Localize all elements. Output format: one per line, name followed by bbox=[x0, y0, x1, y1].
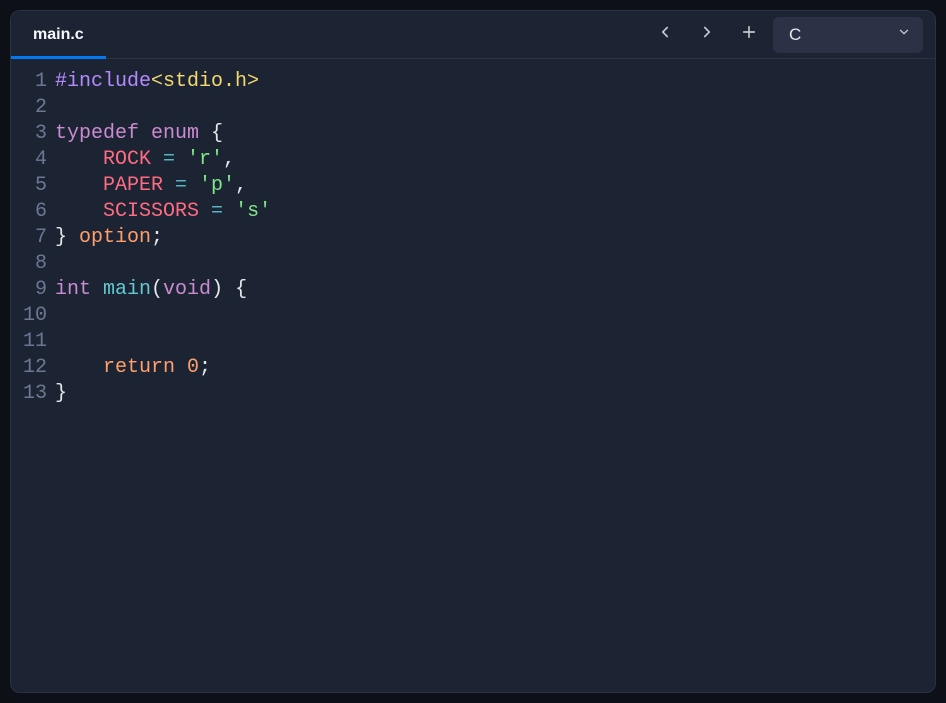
code-token: 's' bbox=[235, 200, 271, 223]
code-token: = bbox=[211, 200, 235, 223]
code-token: main bbox=[103, 278, 151, 301]
code-line[interactable]: } option; bbox=[55, 225, 935, 251]
code-token: PAPER bbox=[103, 174, 175, 197]
code-token: option bbox=[79, 226, 151, 249]
history-back-button[interactable] bbox=[647, 17, 683, 53]
line-number: 8 bbox=[11, 251, 47, 277]
code-line[interactable] bbox=[55, 251, 935, 277]
language-selector[interactable]: C bbox=[773, 17, 923, 53]
code-token: #include bbox=[55, 70, 151, 93]
code-token: void bbox=[163, 278, 211, 301]
file-tab-label: main.c bbox=[33, 26, 84, 44]
code-token: typedef bbox=[55, 122, 151, 145]
code-token bbox=[55, 200, 103, 223]
line-number: 6 bbox=[11, 199, 47, 225]
code-token: ; bbox=[199, 356, 211, 379]
line-number: 5 bbox=[11, 173, 47, 199]
code-token: ( bbox=[151, 278, 163, 301]
code-area[interactable]: #include<stdio.h> typedef enum { ROCK = … bbox=[55, 69, 935, 692]
chevron-left-icon bbox=[656, 23, 674, 46]
line-number: 9 bbox=[11, 277, 47, 303]
code-token: ) { bbox=[211, 278, 247, 301]
code-token: ROCK bbox=[103, 148, 163, 171]
code-line[interactable] bbox=[55, 303, 935, 329]
file-tab[interactable]: main.c bbox=[11, 11, 106, 58]
code-line[interactable]: typedef enum { bbox=[55, 121, 935, 147]
history-forward-button[interactable] bbox=[689, 17, 725, 53]
line-number: 11 bbox=[11, 329, 47, 355]
code-token: <stdio.h> bbox=[151, 70, 259, 93]
line-number: 7 bbox=[11, 225, 47, 251]
code-line[interactable]: PAPER = 'p', bbox=[55, 173, 935, 199]
code-token: 'p' bbox=[199, 174, 235, 197]
code-token: int bbox=[55, 278, 103, 301]
code-token: enum bbox=[151, 122, 211, 145]
plus-icon bbox=[740, 23, 758, 46]
code-token: { bbox=[211, 122, 223, 145]
line-number: 4 bbox=[11, 147, 47, 173]
code-token bbox=[55, 356, 103, 379]
code-token: SCISSORS bbox=[103, 200, 211, 223]
line-number: 1 bbox=[11, 69, 47, 95]
chevron-right-icon bbox=[698, 23, 716, 46]
line-number: 3 bbox=[11, 121, 47, 147]
add-tab-button[interactable] bbox=[731, 17, 767, 53]
editor-window: main.c C bbox=[10, 10, 936, 693]
code-token: 0 bbox=[187, 356, 199, 379]
code-token: ; bbox=[151, 226, 163, 249]
code-token: = bbox=[163, 148, 187, 171]
code-token bbox=[55, 148, 103, 171]
code-line[interactable] bbox=[55, 95, 935, 121]
editor-body[interactable]: 12345678910111213 #include<stdio.h> type… bbox=[11, 59, 935, 692]
chevron-down-icon bbox=[897, 25, 911, 44]
code-token bbox=[55, 174, 103, 197]
code-line[interactable]: ROCK = 'r', bbox=[55, 147, 935, 173]
code-token: 'r' bbox=[187, 148, 223, 171]
code-token: = bbox=[175, 174, 199, 197]
line-number: 2 bbox=[11, 95, 47, 121]
code-line[interactable] bbox=[55, 329, 935, 355]
code-line[interactable]: } bbox=[55, 381, 935, 407]
code-line[interactable]: #include<stdio.h> bbox=[55, 69, 935, 95]
code-line[interactable]: SCISSORS = 's' bbox=[55, 199, 935, 225]
code-token: } bbox=[55, 382, 67, 405]
code-token: } bbox=[55, 226, 79, 249]
code-token: , bbox=[235, 174, 247, 197]
line-number-gutter: 12345678910111213 bbox=[11, 69, 55, 692]
nav-controls: C bbox=[647, 11, 935, 58]
tab-spacer bbox=[106, 11, 647, 58]
line-number: 10 bbox=[11, 303, 47, 329]
code-line[interactable]: int main(void) { bbox=[55, 277, 935, 303]
code-line[interactable]: return 0; bbox=[55, 355, 935, 381]
tab-bar: main.c C bbox=[11, 11, 935, 59]
code-token: , bbox=[223, 148, 235, 171]
language-selector-label: C bbox=[789, 25, 801, 45]
line-number: 12 bbox=[11, 355, 47, 381]
code-token: return bbox=[103, 356, 187, 379]
line-number: 13 bbox=[11, 381, 47, 407]
